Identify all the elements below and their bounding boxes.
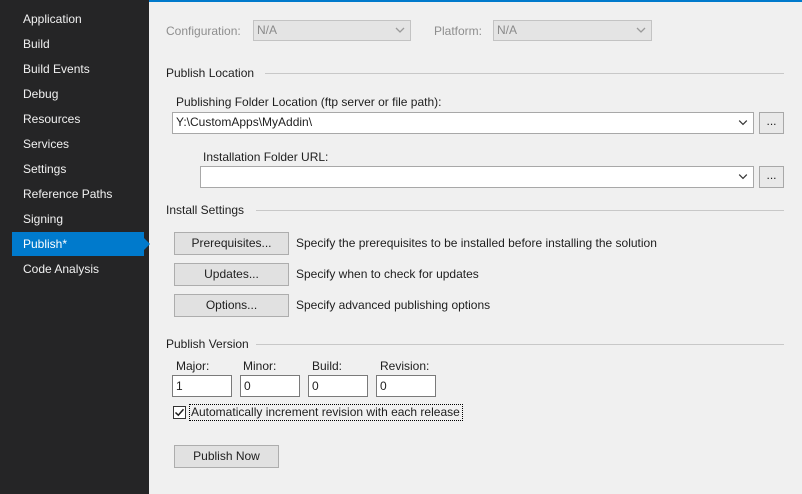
publish-now-button[interactable]: Publish Now xyxy=(174,445,279,468)
chevron-down-icon xyxy=(636,27,646,33)
sidebar-item-application[interactable]: Application xyxy=(12,7,144,31)
checkmark-icon xyxy=(174,408,185,417)
major-label: Major: xyxy=(176,359,210,373)
revision-input[interactable]: 0 xyxy=(376,375,436,397)
sidebar-item-settings[interactable]: Settings xyxy=(12,157,144,181)
build-label: Build: xyxy=(312,359,343,373)
section-divider xyxy=(256,344,784,345)
sidebar-item-reference-paths[interactable]: Reference Paths xyxy=(12,182,144,206)
sidebar: Application Build Build Events Debug Res… xyxy=(0,0,150,494)
sidebar-item-publish[interactable]: Publish* xyxy=(12,232,150,256)
sidebar-item-resources[interactable]: Resources xyxy=(12,107,144,131)
publishing-folder-value: Y:\CustomApps\MyAddin\ xyxy=(176,115,313,129)
chevron-down-icon xyxy=(738,120,748,126)
publishing-folder-combo[interactable]: Y:\CustomApps\MyAddin\ xyxy=(172,112,754,134)
sidebar-item-code-analysis[interactable]: Code Analysis xyxy=(12,257,144,281)
browse-installation-url-button[interactable]: ... xyxy=(759,166,784,188)
browse-publish-folder-button[interactable]: ... xyxy=(759,112,784,134)
options-button[interactable]: Options... xyxy=(174,294,289,317)
chevron-down-icon xyxy=(395,27,405,33)
installation-url-combo[interactable] xyxy=(200,166,754,188)
section-divider xyxy=(265,73,784,74)
publish-location-header: Publish Location xyxy=(166,66,255,80)
options-description: Specify advanced publishing options xyxy=(296,298,491,312)
prerequisites-button[interactable]: Prerequisites... xyxy=(174,232,289,255)
sidebar-item-debug[interactable]: Debug xyxy=(12,82,144,106)
platform-value: N/A xyxy=(497,23,518,37)
auto-increment-checkbox[interactable] xyxy=(173,406,186,419)
sidebar-item-services[interactable]: Services xyxy=(12,132,144,156)
minor-input[interactable]: 0 xyxy=(240,375,300,397)
configuration-dropdown[interactable]: N/A xyxy=(253,20,411,41)
build-input[interactable]: 0 xyxy=(308,375,368,397)
prerequisites-description: Specify the prerequisites to be installe… xyxy=(296,236,657,250)
platform-label: Platform: xyxy=(434,24,483,38)
publish-version-header: Publish Version xyxy=(166,337,249,351)
installation-url-label: Installation Folder URL: xyxy=(203,150,329,164)
publishing-folder-label: Publishing Folder Location (ftp server o… xyxy=(176,95,442,109)
chevron-down-icon xyxy=(738,174,748,180)
install-settings-header: Install Settings xyxy=(166,203,245,217)
configuration-value: N/A xyxy=(257,23,278,37)
sidebar-item-signing[interactable]: Signing xyxy=(12,207,144,231)
platform-dropdown[interactable]: N/A xyxy=(493,20,652,41)
accent-top-border xyxy=(149,0,802,2)
auto-increment-label[interactable]: Automatically increment revision with ea… xyxy=(191,405,460,419)
major-input[interactable]: 1 xyxy=(172,375,232,397)
updates-button[interactable]: Updates... xyxy=(174,263,289,286)
revision-label: Revision: xyxy=(380,359,430,373)
updates-description: Specify when to check for updates xyxy=(296,267,479,281)
section-divider xyxy=(256,210,784,211)
sidebar-item-build-events[interactable]: Build Events xyxy=(12,57,144,81)
sidebar-item-build[interactable]: Build xyxy=(12,32,144,56)
minor-label: Minor: xyxy=(243,359,277,373)
configuration-label: Configuration: xyxy=(166,24,241,38)
